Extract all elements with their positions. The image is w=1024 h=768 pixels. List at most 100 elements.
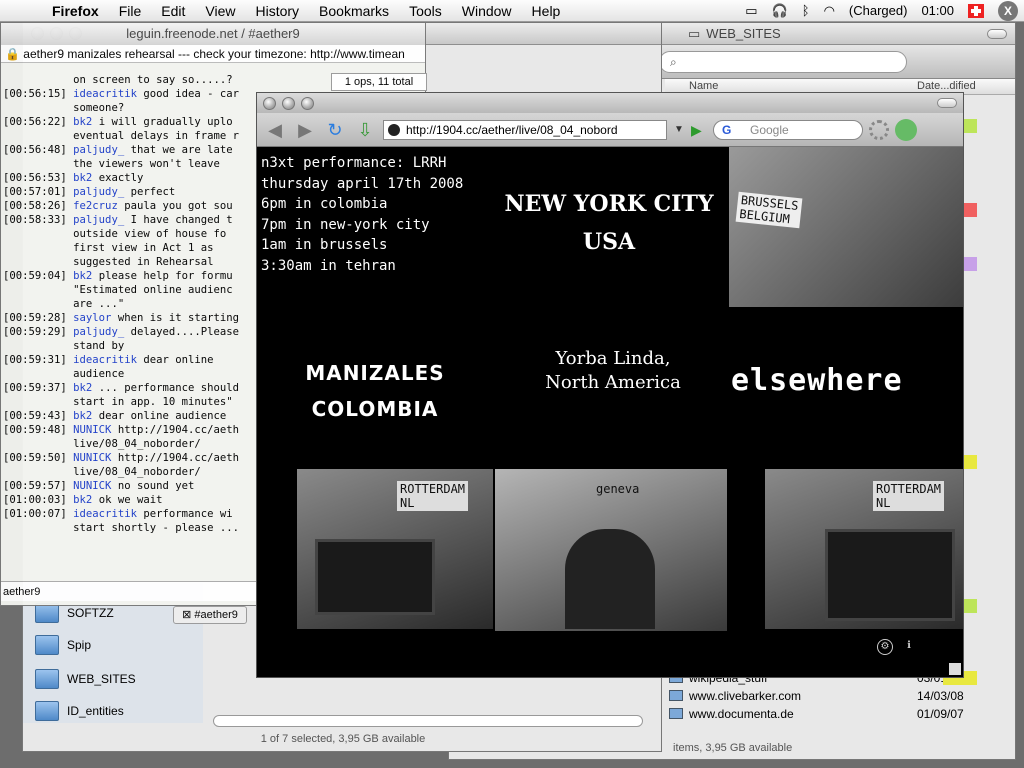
user-count: 1 ops, 11 total <box>331 73 427 91</box>
chat-timestamp: [00:59:37] <box>3 382 67 394</box>
chat-message: delayed....Please <box>130 326 240 338</box>
chat-nick[interactable]: paljudy_ <box>73 186 124 198</box>
finder-title: WEB_SITES <box>706 26 781 41</box>
loading-throbber-icon <box>869 119 889 140</box>
list-item[interactable]: www.documenta.de 01/09/07 <box>665 707 999 721</box>
chat-message: start in app. 10 minutes" <box>73 396 233 408</box>
geneva-label: geneva <box>596 482 640 496</box>
toolbar-toggle-button[interactable] <box>987 28 1007 39</box>
headphones-icon[interactable]: 🎧 <box>772 3 788 19</box>
chat-timestamp: [00:59:48] <box>3 424 67 436</box>
menu-help[interactable]: Help <box>522 0 571 22</box>
monitor <box>315 539 435 615</box>
url-input[interactable]: http://1904.cc/aether/live/08_04_nobord <box>383 119 667 140</box>
search-input[interactable]: G Google <box>713 119 863 140</box>
chat-nick[interactable]: bk2 <box>73 410 92 422</box>
yorba-linda-label: Yorba Linda, North America <box>545 348 681 393</box>
resize-handle[interactable] <box>949 663 961 675</box>
chat-nick[interactable]: fe2cruz <box>73 200 118 212</box>
chat-nick[interactable]: bk2 <box>73 494 92 506</box>
chat-timestamp: [00:57:01] <box>3 186 67 198</box>
chat-nick[interactable]: NUNICK <box>73 452 111 464</box>
bluetooth-icon[interactable]: ᛒ <box>802 3 810 18</box>
reload-icon[interactable]: ↻ <box>323 119 347 141</box>
battery-status[interactable]: (Charged) <box>849 3 908 18</box>
x11-icon[interactable]: X <box>998 0 1018 21</box>
go-icon[interactable]: ▶ <box>691 121 707 139</box>
chat-nick[interactable]: NUNICK <box>73 424 111 436</box>
google-icon: G <box>722 122 732 137</box>
finder2-status: 1 of 7 selected, 3,95 GB available <box>260 733 426 745</box>
swiss-flag-icon[interactable] <box>968 3 984 18</box>
chat-timestamp: [00:59:50] <box>3 452 67 464</box>
chat-timestamp: [00:58:26] <box>3 200 67 212</box>
menu-file[interactable]: File <box>109 0 152 22</box>
sidebar-item-web-sites[interactable]: WEB_SITES <box>35 665 136 693</box>
settings-icon[interactable]: ⚙ <box>877 639 893 655</box>
chat-nick[interactable]: bk2 <box>73 116 92 128</box>
col-name[interactable]: Name <box>689 80 718 92</box>
menu-history[interactable]: History <box>245 0 309 22</box>
search-input[interactable]: ⌕ <box>659 51 907 73</box>
menu-bookmarks[interactable]: Bookmarks <box>309 0 399 22</box>
chat-message: suggested in Rehearsal <box>73 256 214 268</box>
info-icon[interactable]: ℹ <box>901 639 917 655</box>
chat-message: performance wi <box>143 508 233 520</box>
camera-geneva: geneva <box>495 469 727 631</box>
forward-icon[interactable]: ▶ <box>293 119 317 141</box>
chat-message: audience <box>73 368 125 380</box>
irc-title[interactable]: leguin.freenode.net / #aether9 <box>1 23 425 45</box>
chat-timestamp: [00:59:57] <box>3 480 67 492</box>
chat-message: someone? <box>73 102 125 114</box>
chat-nick[interactable]: ideacritik <box>73 88 137 100</box>
menu-app-firefox[interactable]: Firefox <box>34 0 109 22</box>
nyc-label: NEW YORK CITY USA <box>504 191 714 255</box>
chat-timestamp: [01:00:07] <box>3 508 67 520</box>
chat-nick[interactable]: ideacritik <box>73 354 137 366</box>
horizontal-scrollbar[interactable] <box>213 715 643 727</box>
sidebar-item-spip[interactable]: Spip <box>35 631 91 659</box>
zoom-icon[interactable] <box>301 96 314 110</box>
toolbar-toggle-button[interactable] <box>937 98 957 108</box>
minimize-icon[interactable] <box>282 96 295 110</box>
chat-nick[interactable]: bk2 <box>73 270 92 282</box>
monitor <box>825 529 955 621</box>
lock-icon: 🔒 <box>5 47 20 61</box>
display-icon[interactable]: ▭ <box>745 3 757 19</box>
chat-message: eventual delays in frame r <box>73 130 239 142</box>
addon-icon[interactable] <box>895 118 917 141</box>
menu-bar: Firefox File Edit View History Bookmarks… <box>0 0 1024 22</box>
chat-message: i will gradually uplo <box>98 116 233 128</box>
chat-message: outside view of house fo <box>73 228 227 240</box>
menu-window[interactable]: Window <box>452 0 522 22</box>
clock[interactable]: 01:00 <box>921 3 954 18</box>
chat-message: please help for formu <box>98 270 233 282</box>
close-icon[interactable]: ⊠ <box>182 609 191 621</box>
firefox-titlebar[interactable] <box>257 93 963 113</box>
sidebar-item-id-entities[interactable]: ID_entities <box>35 697 124 725</box>
url-dropdown-icon[interactable]: ▼ <box>673 119 685 141</box>
chat-nick[interactable]: NUNICK <box>73 480 111 492</box>
list-item[interactable]: www.clivebarker.com 14/03/08 <box>665 689 999 703</box>
menu-edit[interactable]: Edit <box>151 0 195 22</box>
channel-tab[interactable]: ⊠ #aether9 <box>173 606 247 624</box>
folder-icon <box>35 669 59 689</box>
menu-view[interactable]: View <box>195 0 245 22</box>
chat-nick[interactable]: paljudy_ <box>73 214 124 226</box>
chat-timestamp: [00:56:53] <box>3 172 67 184</box>
chat-nick[interactable]: saylor <box>73 312 111 324</box>
chat-nick[interactable]: paljudy_ <box>73 326 124 338</box>
wifi-icon[interactable]: ◠ <box>824 3 835 19</box>
chat-nick[interactable]: paljudy_ <box>73 144 124 156</box>
chat-nick[interactable]: bk2 <box>73 382 92 394</box>
chat-timestamp: [00:59:31] <box>3 354 67 366</box>
menu-tools[interactable]: Tools <box>399 0 452 22</box>
chat-nick[interactable]: ideacritik <box>73 508 137 520</box>
close-icon[interactable] <box>263 96 276 110</box>
chat-nick[interactable]: bk2 <box>73 172 92 184</box>
back-icon[interactable]: ◀ <box>263 119 287 141</box>
col-date[interactable]: Date...dified <box>917 80 976 92</box>
download-icon[interactable]: ⇩ <box>353 119 377 141</box>
chat-message: "Estimated online audienc <box>73 284 233 296</box>
chat-message: stand by <box>73 340 125 352</box>
